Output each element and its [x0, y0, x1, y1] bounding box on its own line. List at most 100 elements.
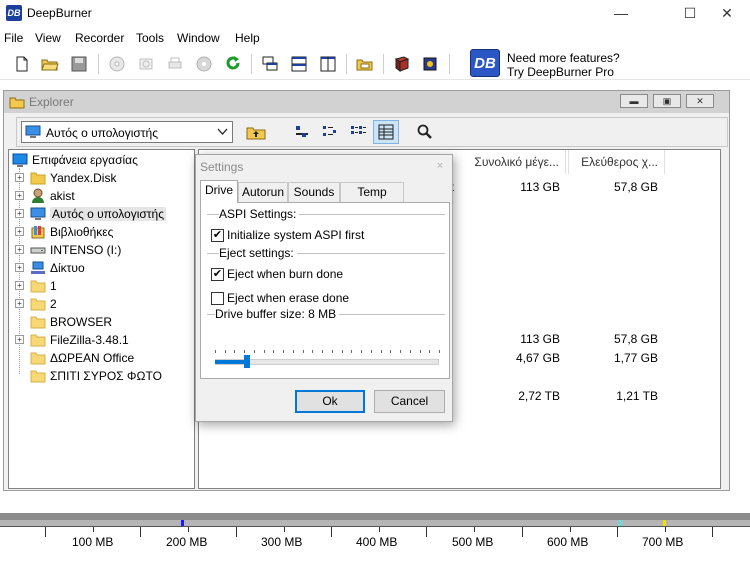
ok-button[interactable]: Ok [295, 390, 365, 413]
menu-file[interactable]: File [4, 31, 23, 45]
explorer-close-button[interactable]: ✕ [686, 94, 714, 108]
tab-sounds[interactable]: Sounds [288, 182, 340, 202]
ruler-major-tick [45, 527, 46, 537]
small-icons-view-icon[interactable] [320, 123, 340, 141]
init-aspi-checkbox[interactable]: ✔ [211, 229, 224, 242]
init-aspi-label[interactable]: Initialize system ASPI first [227, 228, 364, 242]
tile-vertical-icon[interactable] [319, 55, 337, 73]
ruler-major-tick [712, 527, 713, 537]
expand-icon[interactable]: + [15, 299, 24, 308]
ruler-major-tick [236, 527, 237, 537]
tree-item-akist[interactable]: + akist [9, 187, 194, 205]
help-book-icon[interactable] [393, 55, 411, 73]
tree-item-intenso[interactable]: + INTENSO (I:) [9, 241, 194, 259]
cancel-button[interactable]: Cancel [374, 390, 445, 413]
promo-line2[interactable]: Try DeepBurner Pro [507, 65, 614, 79]
tree-item-browser[interactable]: BROWSER [9, 313, 194, 331]
large-icons-view-icon[interactable] [292, 123, 312, 141]
ruler-minor-tick [474, 527, 475, 532]
expand-icon[interactable]: + [15, 245, 24, 254]
slider-tick [303, 350, 304, 353]
checkmark-icon: ✔ [212, 229, 223, 241]
slider-tick [351, 350, 352, 353]
tab-drive[interactable]: Drive [200, 180, 238, 203]
capacity-ruler: 100 MB 200 MB 300 MB 400 MB 500 MB 600 M… [0, 526, 750, 562]
ruler-minor-tick [93, 527, 94, 532]
chevron-down-icon[interactable] [217, 128, 228, 136]
network-icon [31, 261, 45, 274]
menu-help[interactable]: Help [235, 31, 260, 45]
dialog-close-icon[interactable]: × [430, 157, 450, 175]
eject-burn-label[interactable]: Eject when burn done [227, 267, 343, 281]
refresh-icon[interactable] [224, 55, 242, 73]
tab-autorun[interactable]: Autorun [238, 182, 288, 202]
eject-erase-label[interactable]: Eject when erase done [227, 291, 349, 305]
expand-icon[interactable]: + [15, 335, 24, 344]
aspi-group-label: ASPI Settings: [219, 207, 300, 221]
tree-item-desktop[interactable]: Επιφάνεια εργασίας [9, 151, 194, 169]
open-folder-icon[interactable] [41, 55, 59, 73]
explorer-restore-button[interactable]: ▣ [653, 94, 681, 108]
explorer-folder-icon[interactable] [356, 55, 374, 73]
explorer-folder-icon [9, 97, 25, 109]
details-view-icon[interactable] [376, 123, 396, 141]
expand-icon[interactable]: + [15, 173, 24, 182]
tree-item-yandex-disk[interactable]: + Yandex.Disk [9, 169, 194, 187]
expand-icon[interactable]: + [15, 227, 24, 236]
up-folder-icon[interactable] [246, 123, 266, 141]
deepburner-pro-logo[interactable]: DB [470, 49, 500, 77]
column-header-free-space[interactable]: Ελεύθερος χ... [566, 150, 665, 174]
close-button[interactable]: ✕ [704, 0, 750, 28]
expand-icon[interactable]: + [15, 209, 24, 218]
tree-item-office[interactable]: ΔΩΡΕΑΝ Office [9, 349, 194, 367]
window-title: DeepBurner [27, 6, 92, 20]
search-icon[interactable] [415, 123, 435, 141]
tree-item-label: 1 [50, 279, 57, 293]
eject-burn-checkbox[interactable]: ✔ [211, 268, 224, 281]
cascade-windows-icon[interactable] [261, 55, 279, 73]
list-view-icon[interactable] [348, 123, 368, 141]
tree-item-folder-1[interactable]: + 1 [9, 277, 194, 295]
print-icon[interactable] [166, 55, 184, 73]
minimize-button[interactable]: — [598, 0, 644, 28]
expand-icon[interactable]: + [15, 191, 24, 200]
explorer-minimize-button[interactable]: ▬ [620, 94, 648, 108]
column-header-total-size[interactable]: Συνολικό μέγε... [469, 150, 566, 174]
tree-item-photos[interactable]: ΣΠΙΤΙ ΣΥΡΟΣ ΦΩΤΟ [9, 367, 194, 385]
tree-item-label: Βιβλιοθήκες [50, 225, 114, 239]
new-file-icon[interactable] [13, 55, 31, 73]
burn-disc-icon[interactable] [108, 55, 126, 73]
menu-tools[interactable]: Tools [136, 31, 164, 45]
menu-view[interactable]: View [35, 31, 61, 45]
library-icon [31, 226, 45, 239]
expand-icon[interactable]: + [15, 281, 24, 290]
ruler-label: 300 MB [261, 535, 303, 549]
menu-recorder[interactable]: Recorder [75, 31, 124, 45]
location-combobox[interactable]: Αυτός ο υπολογιστής [21, 121, 233, 143]
menu-window[interactable]: Window [177, 31, 220, 45]
tree-item-libraries[interactable]: + Βιβλιοθήκες [9, 223, 194, 241]
erase-disc-icon[interactable] [195, 55, 213, 73]
eject-erase-checkbox[interactable] [211, 292, 224, 305]
ruler-label: 200 MB [166, 535, 208, 549]
folder-tree[interactable]: Επιφάνεια εργασίας + Yandex.Disk + akist… [8, 149, 195, 489]
tree-item-filezilla[interactable]: + FileZilla-3.48.1 [9, 331, 194, 349]
slider-ticks [215, 350, 440, 354]
tree-item-network[interactable]: + Δίκτυο [9, 259, 194, 277]
folder-icon [30, 280, 46, 293]
title-bar: DB DeepBurner — ☐ ✕ [0, 0, 750, 28]
tile-horizontal-icon[interactable] [290, 55, 308, 73]
buffer-slider-thumb[interactable] [244, 355, 250, 368]
about-icon[interactable] [421, 55, 439, 73]
tree-item-label-selected: Αυτός ο υπολογιστής [50, 207, 166, 221]
ruler-label: 500 MB [452, 535, 494, 549]
tree-item-folder-2[interactable]: + 2 [9, 295, 194, 313]
copy-disc-icon[interactable] [137, 55, 155, 73]
toolbar-separator [346, 54, 347, 74]
tab-temp-folder[interactable]: Temp folder [340, 182, 404, 217]
promo-line1[interactable]: Need more features? [507, 51, 620, 65]
save-icon[interactable] [70, 55, 88, 73]
tree-item-this-pc[interactable]: + Αυτός ο υπολογιστής [9, 205, 194, 223]
expand-icon[interactable]: + [15, 263, 24, 272]
menu-bar: File View Recorder Tools Window Help [0, 28, 750, 48]
